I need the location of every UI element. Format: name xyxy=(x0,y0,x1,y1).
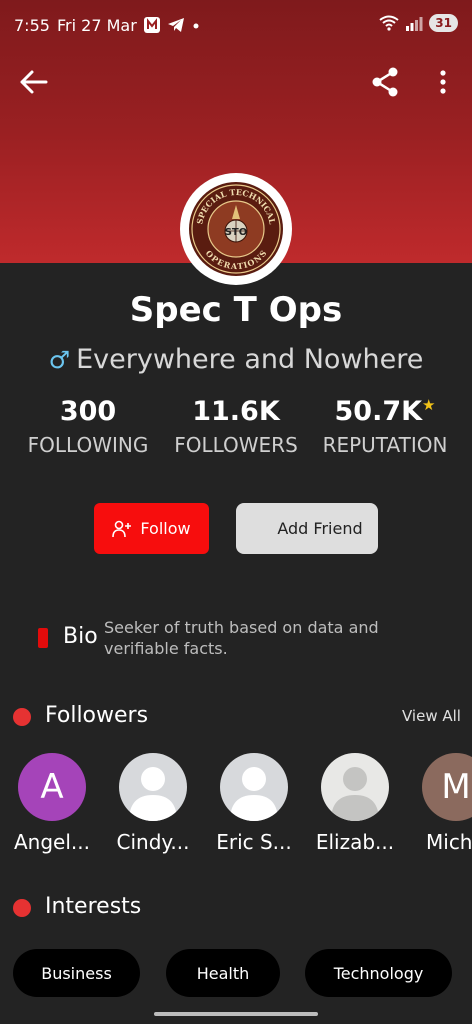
default-user-icon xyxy=(230,767,278,821)
notification-icons xyxy=(143,16,201,34)
follower-name: Angel... xyxy=(14,830,90,854)
profile-name: Spec T Ops xyxy=(129,290,343,330)
follower-avatar: A xyxy=(18,753,86,821)
interest-chip-health[interactable]: Health xyxy=(166,949,280,997)
bio-label: Bio xyxy=(63,624,98,649)
home-indicator[interactable] xyxy=(154,1012,318,1016)
follow-label: Follow xyxy=(140,519,191,538)
follower-avatar xyxy=(119,753,187,821)
male-gender-icon: ♂ xyxy=(48,346,71,374)
system-icons: 31 xyxy=(379,14,458,32)
follower-avatar xyxy=(321,753,389,821)
logo-center-text: STO xyxy=(225,227,248,238)
interest-chip-business[interactable]: Business xyxy=(13,949,140,997)
follower-initial: M xyxy=(441,767,471,807)
follower-avatar xyxy=(220,753,288,821)
bio-text: Seeker of truth based on data and verifi… xyxy=(104,618,379,658)
bio-marker xyxy=(38,628,48,648)
telegram-icon xyxy=(168,18,184,32)
follow-button[interactable]: Follow xyxy=(94,503,209,554)
follower-item[interactable]: Elizab... xyxy=(310,753,400,854)
follower-item[interactable]: Cindy... xyxy=(108,753,198,854)
interest-chip-technology[interactable]: Technology xyxy=(305,949,452,997)
share-button[interactable] xyxy=(368,62,404,102)
wifi-icon xyxy=(379,15,399,31)
default-user-icon xyxy=(331,767,379,821)
sto-logo-icon: SPECIAL TECHNICAL OPERATIONS STO xyxy=(189,182,283,276)
stat-following[interactable]: 300 FOLLOWING xyxy=(20,396,156,457)
follower-item[interactable]: Eric S... xyxy=(209,753,299,854)
interests-section-dot xyxy=(13,899,31,917)
add-user-icon xyxy=(112,520,132,537)
app-notification-icon xyxy=(144,17,160,33)
add-friend-button[interactable]: Add Friend xyxy=(236,503,378,554)
interests-section-title: Interests xyxy=(45,894,142,919)
signal-icon xyxy=(406,17,423,31)
follower-name: Elizab... xyxy=(315,830,395,854)
status-date: Fri 27 Mar xyxy=(57,16,137,35)
stat-reputation-value: 50.7K xyxy=(334,396,423,427)
follower-name: Eric S... xyxy=(216,830,292,854)
status-time: 7:55 xyxy=(14,16,50,35)
battery-indicator: 31 xyxy=(429,14,458,32)
dot-icon xyxy=(193,23,199,29)
follower-item[interactable]: A Angel... xyxy=(7,753,97,854)
followers-section-title: Followers xyxy=(45,703,149,728)
stat-followers-value: 11.6K xyxy=(192,396,280,427)
stat-followers[interactable]: 11.6K FOLLOWERS xyxy=(168,396,304,457)
profile-location: ♂ Everywhere and Nowhere xyxy=(0,344,472,375)
profile-avatar[interactable]: SPECIAL TECHNICAL OPERATIONS STO xyxy=(180,173,292,285)
add-friend-label: Add Friend xyxy=(277,519,363,538)
star-icon: ★ xyxy=(422,396,436,414)
stat-following-label: FOLLOWING xyxy=(27,433,149,457)
view-all-followers-link[interactable]: View All xyxy=(402,707,461,725)
followers-section-dot xyxy=(13,708,31,726)
status-bar: 7:55 Fri 27 Mar 31 xyxy=(0,0,472,52)
more-vertical-icon xyxy=(440,70,446,94)
follower-avatar: M xyxy=(422,753,472,821)
battery-level: 31 xyxy=(435,16,452,30)
stat-followers-label: FOLLOWERS xyxy=(174,433,298,457)
more-options-button[interactable] xyxy=(430,62,456,102)
stat-reputation-label: REPUTATION xyxy=(322,433,448,457)
share-icon xyxy=(372,67,398,97)
stat-reputation[interactable]: 50.7K★ REPUTATION xyxy=(314,396,456,457)
follower-initial: A xyxy=(40,767,64,807)
stat-following-value: 300 xyxy=(59,396,117,427)
location-text: Everywhere and Nowhere xyxy=(76,344,424,375)
default-user-icon xyxy=(129,767,177,821)
follower-name: Mich xyxy=(426,830,472,854)
follower-item[interactable]: M Mich xyxy=(411,753,472,854)
follower-name: Cindy... xyxy=(116,830,190,854)
arrow-left-icon xyxy=(20,70,48,94)
back-button[interactable] xyxy=(14,62,54,102)
